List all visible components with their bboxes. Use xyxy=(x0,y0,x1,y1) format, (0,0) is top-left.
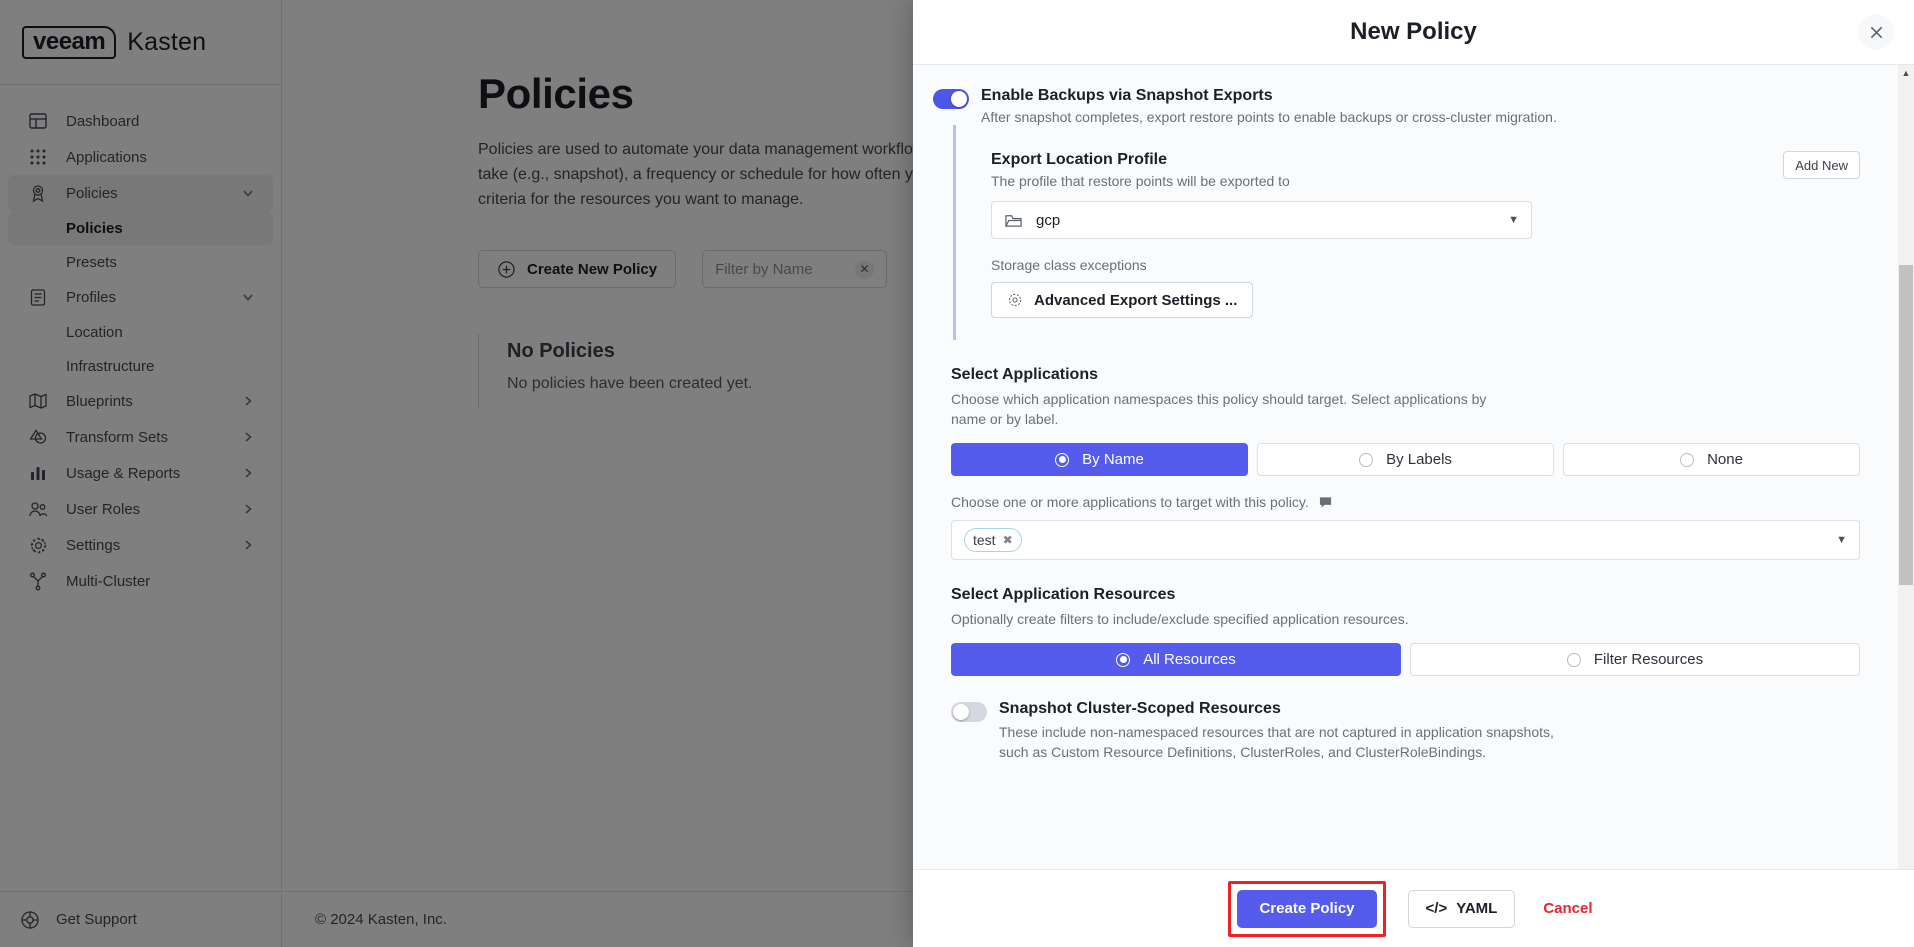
radio-icon xyxy=(1055,452,1070,467)
close-icon[interactable]: ✖ xyxy=(1003,533,1013,547)
radio-icon xyxy=(1680,452,1695,467)
option-label: Filter Resources xyxy=(1593,651,1704,668)
enable-backups-toggle-row: Enable Backups via Snapshot Exports Afte… xyxy=(933,87,1860,125)
gear-icon xyxy=(1007,292,1023,308)
option-all-resources[interactable]: All Resources xyxy=(951,643,1401,676)
option-by-name[interactable]: By Name xyxy=(951,443,1248,476)
add-new-label: Add New xyxy=(1795,157,1848,173)
enable-backups-title: Enable Backups via Snapshot Exports xyxy=(981,87,1273,104)
add-new-profile-button[interactable]: Add New xyxy=(1783,151,1860,179)
chevron-down-icon: ▼ xyxy=(1836,534,1847,546)
yaml-button[interactable]: </> YAML xyxy=(1407,889,1516,928)
modal-header: New Policy xyxy=(913,0,1914,65)
create-policy-highlight: Create Policy xyxy=(1228,880,1386,937)
select-application-resources-description: Optionally create filters to include/exc… xyxy=(951,611,1409,627)
radio-icon xyxy=(1116,652,1131,667)
code-icon: </> xyxy=(1425,900,1448,917)
close-icon[interactable] xyxy=(1858,14,1894,50)
cluster-scoped-description: These include non-namespaced resources t… xyxy=(999,724,1554,760)
export-section: Enable Backups via Snapshot Exports Afte… xyxy=(933,87,1860,340)
folder-icon xyxy=(1004,212,1023,229)
scrollbar-thumb[interactable] xyxy=(1899,265,1913,585)
option-label: None xyxy=(1707,451,1743,468)
select-applications-section: Select Applications Choose which applica… xyxy=(951,366,1860,560)
yaml-label: YAML xyxy=(1456,900,1498,917)
advanced-export-settings-button[interactable]: Advanced Export Settings ... xyxy=(991,282,1254,318)
advanced-export-settings-label: Advanced Export Settings ... xyxy=(1034,291,1238,309)
application-chip-label: test xyxy=(973,532,996,548)
triangle-up-icon[interactable]: ▲ xyxy=(1898,65,1914,81)
chevron-down-icon: ▼ xyxy=(1508,214,1519,226)
select-application-resources-section: Select Application Resources Optionally … xyxy=(951,586,1860,676)
modal-title: New Policy xyxy=(1350,18,1477,45)
export-location-profile-value: gcp xyxy=(1036,211,1061,229)
option-label: By Name xyxy=(1082,451,1144,468)
cluster-scoped-title: Snapshot Cluster-Scoped Resources xyxy=(999,700,1281,717)
export-location-profile-title: Export Location Profile xyxy=(991,151,1168,168)
enable-backups-toggle[interactable] xyxy=(933,89,969,109)
select-applications-title: Select Applications xyxy=(951,366,1098,383)
applications-hint-text: Choose one or more applications to targe… xyxy=(951,494,1309,510)
export-location-profile-select[interactable]: gcp ▼ xyxy=(991,201,1532,239)
applications-multiselect[interactable]: test ✖ ▼ xyxy=(951,520,1860,560)
radio-icon xyxy=(1566,652,1581,667)
select-applications-options: By Name By Labels None xyxy=(951,443,1860,476)
enable-backups-description: After snapshot completes, export restore… xyxy=(981,109,1557,125)
applications-hint: Choose one or more applications to targe… xyxy=(951,494,1860,510)
option-by-labels[interactable]: By Labels xyxy=(1257,443,1554,476)
select-applications-description: Choose which application namespaces this… xyxy=(951,391,1487,427)
modal-body: Enable Backups via Snapshot Exports Afte… xyxy=(913,65,1914,869)
application-chip[interactable]: test ✖ xyxy=(964,528,1022,552)
select-resources-options: All Resources Filter Resources xyxy=(951,643,1860,676)
comment-icon[interactable] xyxy=(1319,496,1332,509)
modal-footer: Create Policy </> YAML Cancel xyxy=(913,869,1914,947)
storage-class-exceptions-label: Storage class exceptions xyxy=(991,257,1147,273)
cluster-scoped-section: Snapshot Cluster-Scoped Resources These … xyxy=(951,700,1860,762)
export-accent-section: Export Location Profile The profile that… xyxy=(953,125,1860,340)
option-label: By Labels xyxy=(1386,451,1452,468)
option-filter-resources[interactable]: Filter Resources xyxy=(1410,643,1860,676)
new-policy-modal: New Policy Enable Backups via Snapshot E… xyxy=(913,0,1914,947)
option-label: All Resources xyxy=(1143,651,1236,668)
export-location-profile-head: Export Location Profile The profile that… xyxy=(991,151,1860,189)
modal-scrollbar[interactable]: ▲ xyxy=(1898,65,1914,869)
cancel-button[interactable]: Cancel xyxy=(1537,900,1598,917)
cluster-scoped-toggle[interactable] xyxy=(951,702,987,722)
create-policy-button[interactable]: Create Policy xyxy=(1237,889,1377,928)
export-location-profile-subtitle: The profile that restore points will be … xyxy=(991,173,1290,189)
option-none[interactable]: None xyxy=(1563,443,1860,476)
radio-icon xyxy=(1359,452,1374,467)
select-application-resources-title: Select Application Resources xyxy=(951,586,1176,603)
